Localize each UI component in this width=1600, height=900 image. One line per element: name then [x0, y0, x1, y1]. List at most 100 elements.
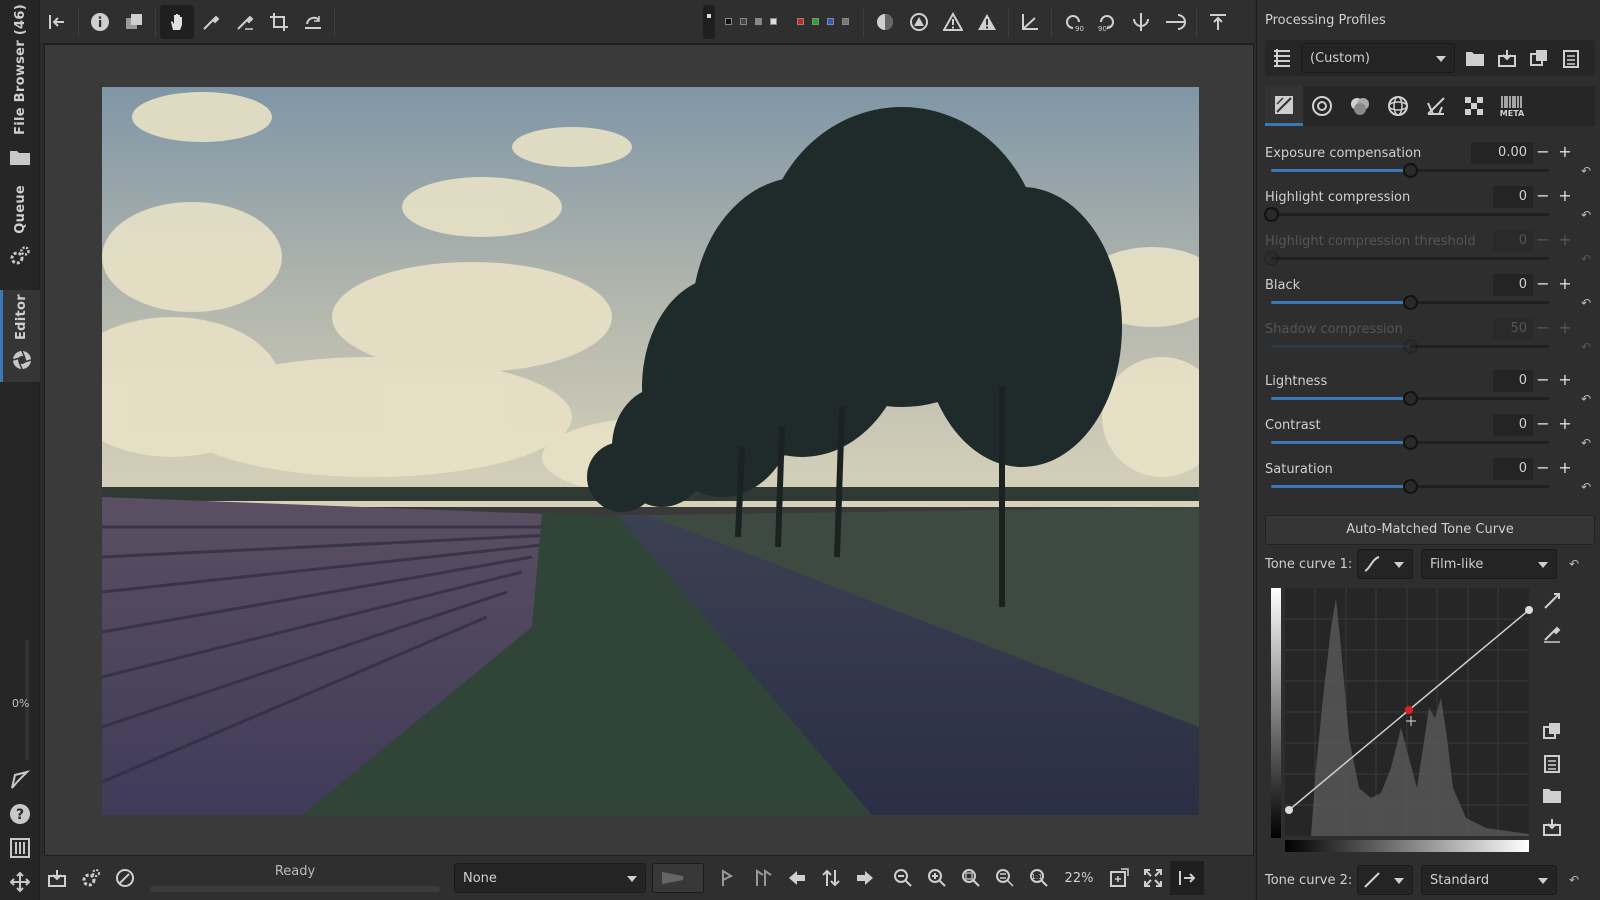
profile-select[interactable]: (Custom) [1301, 43, 1455, 73]
save-image-button[interactable] [40, 861, 74, 895]
minus-icon[interactable]: − [1533, 370, 1553, 392]
swatch-luminance[interactable] [842, 18, 849, 25]
zoom-fit-crop-button[interactable] [988, 861, 1022, 895]
slider-track[interactable] [1271, 163, 1549, 178]
slider-track[interactable] [1271, 391, 1549, 406]
tab-editor[interactable]: Editor [0, 290, 40, 382]
flip-horizontal-button[interactable] [1158, 5, 1192, 39]
slider-track[interactable] [1271, 295, 1549, 310]
rotate-left-button[interactable]: 90° [1056, 5, 1090, 39]
rotate-right-button[interactable]: 90° [1090, 5, 1124, 39]
hide-left-panel-button[interactable] [40, 5, 74, 39]
edit-point-button[interactable] [1537, 588, 1567, 614]
external-editor-button[interactable] [108, 861, 142, 895]
before-after-button[interactable] [117, 5, 151, 39]
tab-raw[interactable] [1455, 86, 1493, 126]
minus-icon[interactable]: − [1533, 414, 1553, 436]
shadow-warning-button[interactable] [970, 5, 1004, 39]
zoom-fit-button[interactable] [954, 861, 988, 895]
hide-right-panel-button[interactable] [1170, 861, 1204, 895]
next-image-button[interactable] [848, 861, 882, 895]
plus-icon[interactable]: + [1555, 186, 1575, 208]
slider-7[interactable]: Saturation 0− + ↶ [1265, 458, 1595, 502]
highlight-warning-button[interactable] [936, 5, 970, 39]
previous-image-button[interactable] [780, 861, 814, 895]
fullscreen-icon[interactable] [8, 870, 32, 894]
minus-icon[interactable]: − [1533, 142, 1553, 164]
reset-icon[interactable]: ↶ [1581, 164, 1595, 178]
plus-icon[interactable]: + [1555, 142, 1575, 164]
paste-profile-button[interactable] [1555, 41, 1587, 75]
swatch-black[interactable] [725, 18, 732, 25]
swatch-dark[interactable] [740, 18, 747, 25]
slider-value-field[interactable]: 0 [1493, 274, 1533, 296]
copy-profile-button[interactable] [1523, 41, 1555, 75]
slider-track[interactable] [1264, 207, 1549, 222]
slider-5[interactable]: Lightness 0− + ↶ [1265, 370, 1595, 414]
image-preview-area[interactable] [44, 44, 1254, 856]
reset-icon[interactable]: ↶ [1581, 208, 1595, 222]
tab-queue[interactable]: Queue [0, 185, 40, 268]
slider-value-field[interactable]: 0 [1493, 414, 1533, 436]
slider-1[interactable]: Highlight compression 0− + ↶ [1264, 186, 1595, 230]
plus-icon[interactable]: + [1555, 458, 1575, 480]
previous-image-mark-button[interactable] [712, 861, 746, 895]
gray-swatches[interactable] [715, 18, 787, 25]
tab-color[interactable] [1341, 86, 1379, 126]
reset-icon[interactable]: ↶ [1569, 873, 1579, 887]
slider-track[interactable] [1271, 479, 1549, 494]
shadow-clipping-button[interactable] [902, 5, 936, 39]
color-picker-button[interactable] [228, 5, 262, 39]
slider-0[interactable]: Exposure compensation 0.00− + ↶ [1265, 142, 1595, 186]
zoom-100-button[interactable]: 1:1 [1022, 861, 1056, 895]
plus-icon[interactable]: + [1555, 370, 1575, 392]
tab-detail[interactable] [1303, 86, 1341, 126]
slider-6[interactable]: Contrast 0− + ↶ [1265, 414, 1595, 458]
slider-value-field[interactable]: 0 [1493, 458, 1533, 480]
slider-3[interactable]: Black 0− + ↶ [1265, 274, 1595, 318]
swatch-light[interactable] [770, 18, 777, 25]
export-icon[interactable] [8, 768, 32, 792]
sync-button[interactable] [814, 861, 848, 895]
load-curve-button[interactable] [1537, 782, 1567, 808]
focus-mask-button[interactable] [868, 5, 902, 39]
plus-icon[interactable]: + [1555, 274, 1575, 296]
new-detail-window-button[interactable] [1102, 861, 1136, 895]
hand-tool-button[interactable] [160, 4, 194, 39]
load-profile-button[interactable] [1459, 41, 1491, 75]
color-management-select[interactable]: None [454, 863, 646, 893]
preview-mode-indicator[interactable] [703, 4, 715, 39]
tab-metadata[interactable]: META [1493, 86, 1531, 126]
save-curve-button[interactable] [1537, 814, 1567, 840]
copy-curve-button[interactable] [1537, 718, 1567, 744]
tone-curve-1-mode-select[interactable]: Film-like [1421, 549, 1557, 579]
reset-icon[interactable]: ↶ [1569, 557, 1579, 571]
slider-knob[interactable] [1403, 163, 1418, 178]
minus-icon[interactable]: − [1533, 274, 1553, 296]
histogram-button[interactable] [1013, 5, 1047, 39]
channel-swatches[interactable] [787, 18, 859, 25]
tone-curve-2-mode-select[interactable]: Standard [1421, 865, 1557, 895]
reset-icon[interactable]: ↶ [1581, 480, 1595, 494]
slider-knob[interactable] [1264, 207, 1279, 222]
minus-icon[interactable]: − [1533, 186, 1553, 208]
queue-button[interactable] [74, 861, 108, 895]
reset-icon[interactable]: ↶ [1581, 392, 1595, 406]
white-balance-picker-button[interactable] [194, 5, 228, 39]
info-button[interactable] [83, 5, 117, 39]
tab-advanced[interactable] [1379, 86, 1417, 126]
paste-curve-button[interactable] [1537, 750, 1567, 776]
swatch-green[interactable] [812, 18, 819, 25]
swatch-blue[interactable] [827, 18, 834, 25]
fullscreen-button[interactable] [1136, 861, 1170, 895]
help-icon[interactable]: ? [8, 802, 32, 826]
slider-knob[interactable] [1403, 391, 1418, 406]
swatch-red[interactable] [797, 18, 804, 25]
swatch-mid[interactable] [755, 18, 762, 25]
tab-file-browser[interactable]: File Browser (46) [0, 4, 40, 169]
profile-list-button[interactable] [1265, 41, 1299, 75]
save-profile-button[interactable] [1491, 41, 1523, 75]
slider-knob[interactable] [1403, 479, 1418, 494]
auto-matched-tone-curve-button[interactable]: Auto-Matched Tone Curve [1265, 515, 1595, 545]
soft-proof-button[interactable] [652, 863, 704, 893]
